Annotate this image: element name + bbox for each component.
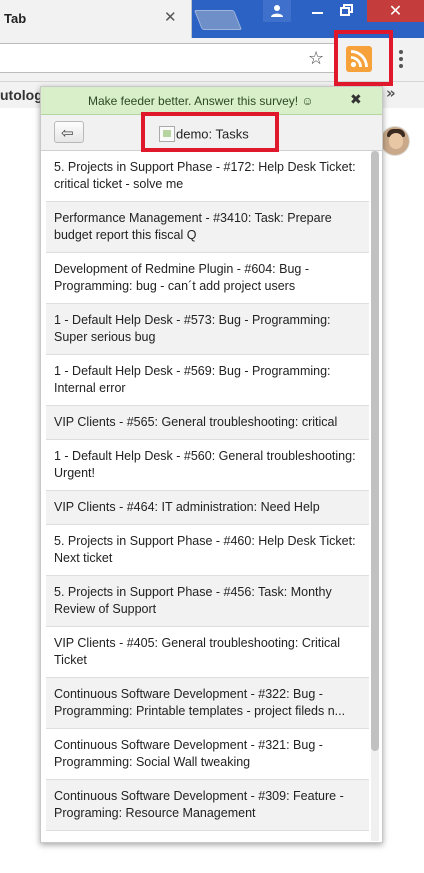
list-item[interactable]: 1 - Default Help Desk - #569: Bug - Prog…	[46, 355, 369, 406]
list-item[interactable]: 5. Projects in Support Phase - #460: Hel…	[46, 525, 369, 576]
bookmark-item[interactable]: utolog	[0, 87, 43, 103]
new-tab-button[interactable]	[193, 10, 243, 30]
list-item[interactable]: VIP Clients - #405: General troubleshoot…	[46, 627, 369, 678]
list-item[interactable]: Continuous Software Development - #309: …	[46, 780, 369, 831]
window-close-button[interactable]: ✕	[367, 0, 424, 22]
avatar-face	[389, 133, 403, 149]
list-item[interactable]: VIP Clients - #565: General troubleshoot…	[46, 406, 369, 440]
tab-title: Tab	[4, 11, 27, 26]
list-item[interactable]: 5. Projects in Support Phase - #456: Tas…	[46, 576, 369, 627]
list-item[interactable]: 1 - Default Help Desk - #560: General tr…	[46, 440, 369, 491]
back-arrow-icon: ⇦	[61, 124, 74, 142]
survey-banner[interactable]: Make feeder better. Answer this survey! …	[41, 87, 382, 115]
survey-close-icon[interactable]: ✖	[350, 92, 362, 108]
restore-button[interactable]	[335, 0, 359, 22]
minimize-button[interactable]	[306, 0, 328, 22]
feed-popup: Make feeder better. Answer this survey! …	[40, 86, 383, 843]
restore-icon-front	[340, 7, 350, 16]
list-item[interactable]: Performance Management - #3410: Task: Pr…	[46, 202, 369, 253]
user-icon	[271, 5, 283, 17]
address-bar[interactable]: ☆	[0, 43, 336, 73]
browser-tab[interactable]: Tab ✕	[0, 0, 192, 38]
list-item[interactable]: Continuous Software Development - #321: …	[46, 729, 369, 780]
list-item[interactable]: Continuous Software Development - #322: …	[46, 678, 369, 729]
menu-icon[interactable]	[399, 50, 403, 68]
task-list: 5. Projects in Support Phase - #172: Hel…	[46, 151, 369, 831]
list-item[interactable]: 1 - Default Help Desk - #573: Bug - Prog…	[46, 304, 369, 355]
browser-window: Tab ✕ ✕ ☆ utolog » Make feeder better. A…	[0, 0, 424, 873]
avatar[interactable]	[380, 126, 410, 156]
tab-close-icon[interactable]: ✕	[164, 8, 177, 26]
star-icon[interactable]: ☆	[308, 48, 324, 69]
back-button[interactable]: ⇦	[54, 121, 84, 143]
feed-title-highlight	[141, 112, 279, 152]
scrollbar[interactable]	[371, 151, 379, 841]
list-item[interactable]: VIP Clients - #464: IT administration: N…	[46, 491, 369, 525]
survey-text[interactable]: Make feeder better. Answer this survey! …	[88, 94, 314, 108]
bookmarks-overflow-icon[interactable]: »	[386, 84, 396, 102]
list-item[interactable]: Development of Redmine Plugin - #604: Bu…	[46, 253, 369, 304]
profile-button[interactable]	[263, 0, 291, 22]
scrollbar-thumb[interactable]	[371, 151, 379, 751]
list-item[interactable]: 5. Projects in Support Phase - #172: Hel…	[46, 151, 369, 202]
rss-button-highlight	[334, 30, 393, 86]
